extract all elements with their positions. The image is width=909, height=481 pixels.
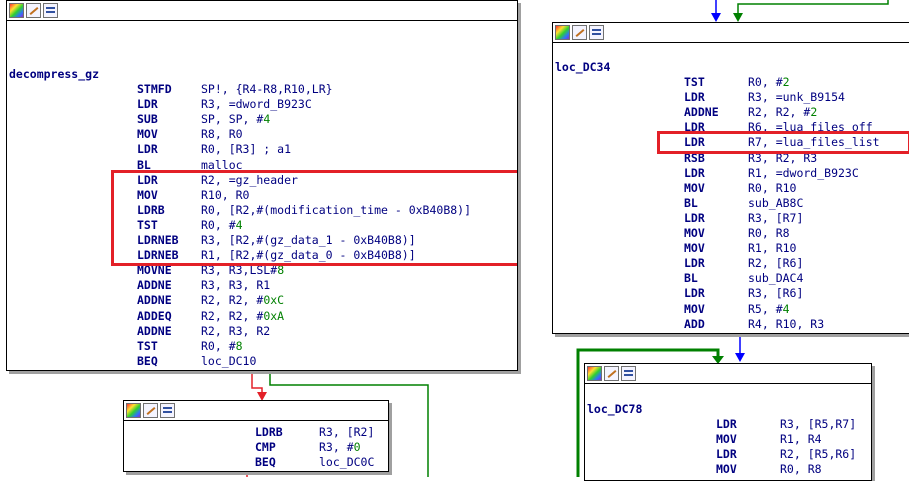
edge-arrow-flow-in [711,13,721,22]
graph-overview-icon[interactable] [160,403,175,418]
operand[interactable]: SP!, {R4-R8,R10,LR} [201,82,333,97]
block-small[interactable]: LDRB R3, [R2] CMP R3, #0 BEQ loc_DC0C [123,400,389,472]
block-decompress-gz[interactable]: decompress_gz STMFD SP!, {R4-R8,R10,LR} LD… [6,0,518,371]
operand[interactable]: R3, R3, R1 [201,278,270,293]
edge-arrow-true-in [733,13,743,22]
mnemonic[interactable]: MOV [716,462,737,477]
mnemonic[interactable]: ADDNE [684,105,719,120]
highlight-box [657,131,909,154]
operand[interactable]: loc_DC0C [319,455,374,470]
operand[interactable]: R0, #2 [748,75,790,90]
mnemonic[interactable]: ADDEQ [137,309,172,324]
block-toolbar [553,23,909,43]
mnemonic[interactable]: LDR [137,97,158,112]
mnemonic[interactable]: MOV [716,432,737,447]
operand[interactable]: loc_DC10 [201,354,256,369]
loc-label: loc_DC34 [555,60,611,74]
mnemonic[interactable]: LDR [716,417,737,432]
operand[interactable]: R1, R10 [748,241,796,256]
mnemonic[interactable]: MOV [684,241,705,256]
operand[interactable]: R2, R2, #0xC [201,293,284,308]
mnemonic[interactable]: BEQ [137,354,158,369]
block-body: LDRB R3, [R2] CMP R3, #0 BEQ loc_DC0C [124,421,388,471]
operand[interactable]: R8, R0 [201,127,243,142]
mnemonic[interactable]: BL [684,271,698,286]
block-toolbar [7,1,517,21]
mnemonic[interactable]: BEQ [255,455,276,470]
operand[interactable]: R3, #0 [319,440,361,455]
operand[interactable]: R3, [R6] [748,286,803,301]
block-body: loc_DC78 LDR R3, [R5,R7] MOV R1, R4 LDR R2, [… [585,384,871,480]
color-palette-icon[interactable] [555,25,570,40]
mnemonic[interactable]: LDR [716,447,737,462]
operand[interactable]: R0, R10 [748,181,796,196]
operand[interactable]: R5, #4 [748,302,790,317]
mnemonic[interactable]: SUB [137,112,158,127]
function-label: decompress_gz [9,67,100,81]
rename-icon[interactable] [572,25,587,40]
operand[interactable]: R3, [R7] [748,211,803,226]
mnemonic[interactable]: LDR [684,286,705,301]
mnemonic[interactable]: MOV [684,181,705,196]
operand[interactable]: R2, R2, #0xA [201,309,284,324]
mnemonic[interactable]: TST [137,339,158,354]
operand[interactable]: R3, [R5,R7] [780,417,856,432]
operand[interactable]: R4, R10, R3 [748,317,824,332]
color-palette-icon[interactable] [9,3,24,18]
mnemonic[interactable]: LDRB [255,425,283,440]
graph-overview-icon[interactable] [621,366,636,381]
operand[interactable]: R3, =dword_B923C [201,97,312,112]
operand[interactable]: R2, [R6] [748,256,803,271]
block-toolbar [124,401,388,421]
operand[interactable]: R3, [R2] [319,425,374,440]
mnemonic[interactable]: MOV [684,302,705,317]
loc-label: loc_DC78 [587,402,643,416]
operand[interactable]: R2, [R5,R6] [780,447,856,462]
mnemonic[interactable]: TST [684,75,705,90]
graph-overview-icon[interactable] [589,25,604,40]
block-loc-dc78[interactable]: loc_DC78 LDR R3, [R5,R7] MOV R1, R4 LDR R2, [… [584,363,872,481]
mnemonic[interactable]: LDR [684,256,705,271]
mnemonic[interactable]: LDR [137,142,158,157]
mnemonic[interactable]: BL [684,196,698,211]
rename-icon[interactable] [26,3,41,18]
block-body: loc_DC34 TST R0, #2 LDR R3, =unk_B9154 ADDNE… [553,43,909,333]
operand[interactable]: sub_AB8C [748,196,803,211]
operand[interactable]: R0, #8 [201,339,243,354]
mnemonic[interactable]: LDR [684,90,705,105]
operand[interactable]: R1, =dword_B923C [748,166,859,181]
edge-true-in [737,0,889,16]
operand[interactable]: R1, R4 [780,432,822,447]
edge-arrow-flow-down [735,353,745,362]
mnemonic[interactable]: ADD [684,317,705,332]
operand[interactable]: R2, R2, #2 [748,105,817,120]
mnemonic[interactable]: LDR [684,211,705,226]
rename-icon[interactable] [604,366,619,381]
block-loc-dc34[interactable]: loc_DC34 TST R0, #2 LDR R3, =unk_B9154 ADDNE… [552,22,909,334]
color-palette-icon[interactable] [587,366,602,381]
operand[interactable]: R2, R3, R2 [201,324,270,339]
operand[interactable]: R0, R8 [780,462,822,477]
highlight-box [111,170,517,266]
mnemonic[interactable]: MOV [137,127,158,142]
graph-overview-icon[interactable] [43,3,58,18]
mnemonic[interactable]: ADDNE [137,293,172,308]
mnemonic[interactable]: ADDNE [137,278,172,293]
block-toolbar [585,364,871,384]
color-palette-icon[interactable] [126,403,141,418]
mnemonic[interactable]: MOV [684,226,705,241]
operand[interactable]: R0, R8 [748,226,790,241]
rename-icon[interactable] [143,403,158,418]
mnemonic[interactable]: ADDNE [137,324,172,339]
operand[interactable]: R3, =unk_B9154 [748,90,845,105]
mnemonic[interactable]: CMP [255,440,276,455]
mnemonic[interactable]: LDR [684,166,705,181]
operand[interactable]: R0, [R3] ; a1 [201,142,291,157]
operand[interactable]: SP, SP, #4 [201,112,270,127]
mnemonic[interactable]: STMFD [137,82,172,97]
operand[interactable]: sub_DAC4 [748,271,803,286]
